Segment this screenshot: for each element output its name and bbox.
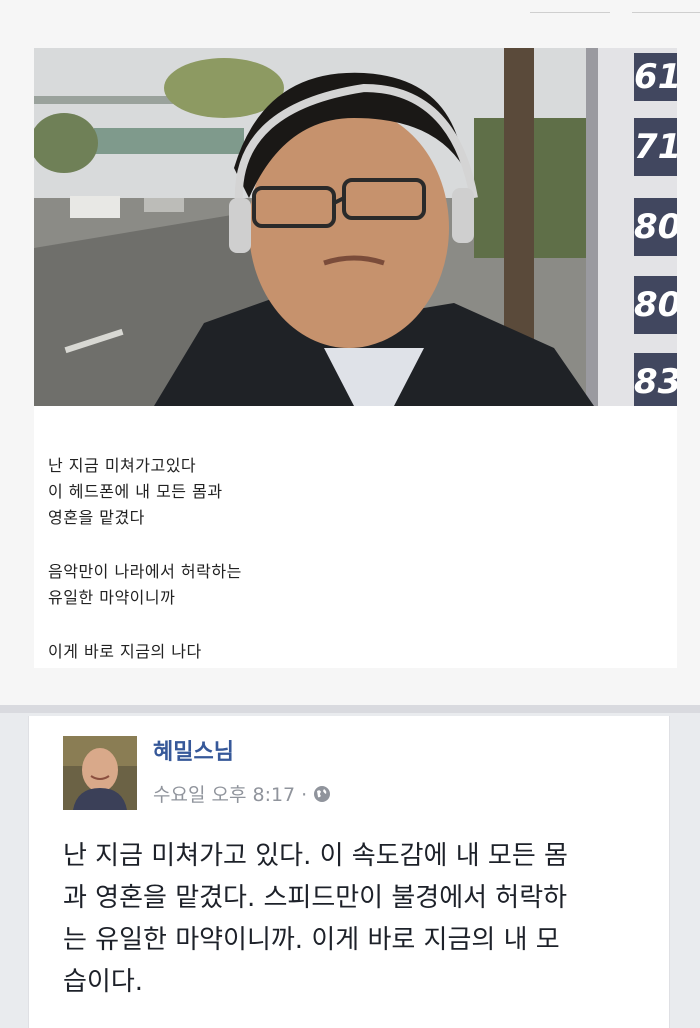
caption-box: 난 지금 미쳐가고있다 이 헤드폰에 내 모든 몸과 영혼을 맡겼다 음악만이 …	[34, 406, 677, 668]
section-divider	[0, 705, 700, 713]
caption-line: 음악만이 나라에서 허락하는	[48, 562, 242, 581]
caption-line: 영혼을 맡겼다	[48, 508, 145, 527]
post-text-line: 는 유일한 마약이니까. 이게 바로 지금의 내 모	[63, 925, 560, 955]
post-meta: 수요일 오후 8:17 ·	[153, 780, 331, 807]
post-text-line: 난 지금 미쳐가고 있다. 이 속도감에 내 모든 몸	[63, 841, 568, 871]
author-name[interactable]: 혜밀스님	[153, 734, 234, 766]
caption-line: 유일한 마약이니까	[48, 588, 176, 607]
post-photo[interactable]: 61 71 80 80 83	[34, 48, 677, 406]
caption-line: 난 지금 미쳐가고있다	[48, 456, 197, 475]
sign-number: 80	[634, 198, 677, 256]
top-tabs	[530, 0, 700, 14]
tab-underline	[632, 12, 700, 13]
facebook-post-card: 혜밀스님 수요일 오후 8:17 · 난 지금 미쳐가고 있다. 이 속도감에 …	[28, 716, 670, 1028]
caption-line: 이 헤드폰에 내 모든 몸과	[48, 482, 223, 501]
number-sign: 61 71 80 80 83	[634, 48, 677, 406]
sign-number: 71	[634, 118, 677, 176]
top-post-card: 61 71 80 80 83 난 지금 미쳐가고있다 이 헤드폰에 내 모든 몸…	[0, 0, 700, 705]
tab-underline	[530, 12, 610, 13]
sign-number: 83	[634, 353, 677, 406]
sign-number: 80	[634, 276, 677, 334]
post-body: 난 지금 미쳐가고 있다. 이 속도감에 내 모든 몸 과 영혼을 맡겼다. 스…	[63, 835, 653, 1003]
sign-number: 61	[634, 53, 677, 101]
post-text-line: 습이다.	[63, 967, 144, 997]
caption-line: 이게 바로 지금의 나다	[48, 642, 202, 661]
timestamp[interactable]: 수요일 오후 8:17 ·	[153, 780, 307, 807]
avatar[interactable]	[63, 736, 137, 810]
globe-icon[interactable]	[313, 785, 331, 803]
post-text-line: 과 영혼을 맡겼다. 스피드만이 불경에서 허락하	[63, 883, 568, 913]
